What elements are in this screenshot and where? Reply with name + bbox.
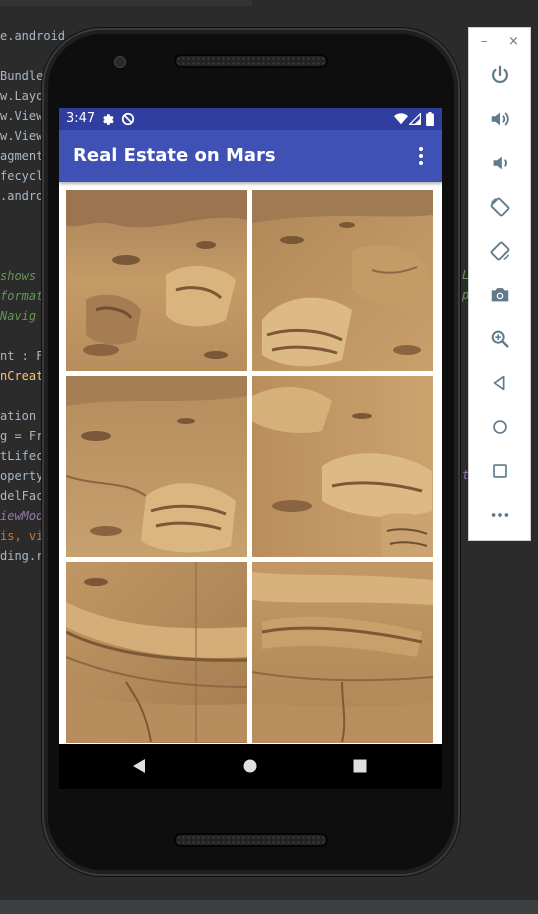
status-bar: 3:47 bbox=[59, 108, 442, 130]
volume-down-button[interactable] bbox=[485, 148, 515, 178]
volume-down-icon bbox=[493, 156, 507, 170]
code-line: tLifec bbox=[0, 449, 44, 463]
rotate-left-icon bbox=[490, 197, 510, 217]
screenshot-button[interactable] bbox=[485, 280, 515, 310]
mars-photo-6[interactable] bbox=[252, 562, 433, 743]
gear-icon bbox=[103, 114, 114, 125]
power-button[interactable] bbox=[485, 60, 515, 90]
mars-photo-2-image bbox=[252, 190, 433, 371]
back-icon bbox=[493, 375, 505, 391]
code-line: w.View bbox=[0, 109, 44, 123]
code-line: ation bbox=[0, 409, 37, 423]
nav-recents-button[interactable] bbox=[348, 754, 372, 778]
wifi-icon bbox=[394, 113, 408, 125]
code-line: nCreat bbox=[0, 369, 44, 383]
overview-button[interactable] bbox=[485, 456, 515, 486]
tool-panel-header: – × bbox=[469, 34, 532, 50]
code-line: w.Layo bbox=[0, 89, 44, 103]
home-button[interactable] bbox=[485, 412, 515, 442]
mars-photo-5-image bbox=[66, 562, 247, 743]
battery-icon bbox=[426, 112, 434, 126]
more-button[interactable] bbox=[485, 500, 515, 530]
code-line: agment bbox=[0, 149, 44, 163]
signal-icon bbox=[409, 113, 421, 125]
top-speaker bbox=[174, 54, 328, 68]
back-icon bbox=[133, 759, 145, 773]
camera-icon bbox=[491, 288, 509, 302]
ide-tab-strip bbox=[0, 0, 252, 6]
back-button[interactable] bbox=[485, 368, 515, 398]
nav-back-button[interactable] bbox=[127, 754, 151, 778]
home-icon bbox=[493, 420, 507, 434]
code-line: g = Fr bbox=[0, 429, 44, 443]
zoom-icon bbox=[491, 330, 509, 348]
device-screen: 3:47 Real Estate on Mars bbox=[59, 108, 442, 789]
bottom-speaker bbox=[174, 833, 328, 847]
front-camera bbox=[114, 56, 126, 68]
overflow-menu-dot bbox=[419, 161, 423, 165]
mars-photo-3-image bbox=[66, 376, 247, 557]
nav-home-button[interactable] bbox=[238, 754, 262, 778]
code-line: w.View bbox=[0, 129, 44, 143]
ide-status-bar bbox=[0, 900, 538, 914]
code-line: nt : F bbox=[0, 349, 44, 363]
home-icon bbox=[243, 759, 257, 773]
code-line: e.android bbox=[0, 29, 66, 43]
code-line: delFac bbox=[0, 489, 44, 503]
mars-photo-6-image bbox=[252, 562, 433, 743]
code-line: is, vi bbox=[0, 529, 44, 543]
photo-grid bbox=[66, 190, 434, 789]
more-icon bbox=[491, 513, 509, 517]
overview-icon bbox=[493, 464, 507, 478]
emulator-tool-panel: – × bbox=[468, 27, 531, 541]
mars-photo-1[interactable] bbox=[66, 190, 247, 371]
code-line: ding.r bbox=[0, 549, 44, 563]
volume-up-button[interactable] bbox=[485, 104, 515, 134]
navigation-bar bbox=[59, 744, 442, 789]
app-title: Real Estate on Mars bbox=[73, 145, 276, 166]
rotate-right-button[interactable] bbox=[485, 236, 515, 266]
rotate-right-icon bbox=[490, 241, 510, 261]
code-line: .andro bbox=[0, 189, 44, 203]
zoom-button[interactable] bbox=[485, 324, 515, 354]
code-line: format bbox=[0, 289, 44, 303]
recents-icon bbox=[353, 759, 367, 773]
close-button[interactable]: × bbox=[508, 34, 519, 49]
overflow-menu-dot bbox=[419, 154, 423, 158]
code-line: operty bbox=[0, 469, 44, 483]
code-line: Navig bbox=[0, 309, 37, 323]
mars-photo-3[interactable] bbox=[66, 376, 247, 557]
status-time: 3:47 bbox=[66, 111, 96, 126]
minimize-button[interactable]: – bbox=[481, 34, 488, 49]
sync-off-icon bbox=[121, 112, 135, 126]
mars-photo-1-image bbox=[66, 190, 247, 371]
volume-up-icon bbox=[491, 112, 509, 126]
mars-photo-4[interactable] bbox=[252, 376, 433, 557]
overflow-menu-button[interactable] bbox=[411, 144, 431, 168]
mars-photo-5[interactable] bbox=[66, 562, 247, 743]
overflow-menu-icon bbox=[419, 147, 423, 151]
code-line: Bundle bbox=[0, 69, 44, 83]
app-bar: Real Estate on Mars bbox=[59, 130, 442, 182]
mars-photo-4-image bbox=[252, 376, 433, 557]
mars-photo-2[interactable] bbox=[252, 190, 433, 371]
code-line: fecycl bbox=[0, 169, 44, 183]
code-line: shows bbox=[0, 269, 37, 283]
rotate-left-button[interactable] bbox=[485, 192, 515, 222]
power-icon bbox=[492, 65, 508, 84]
